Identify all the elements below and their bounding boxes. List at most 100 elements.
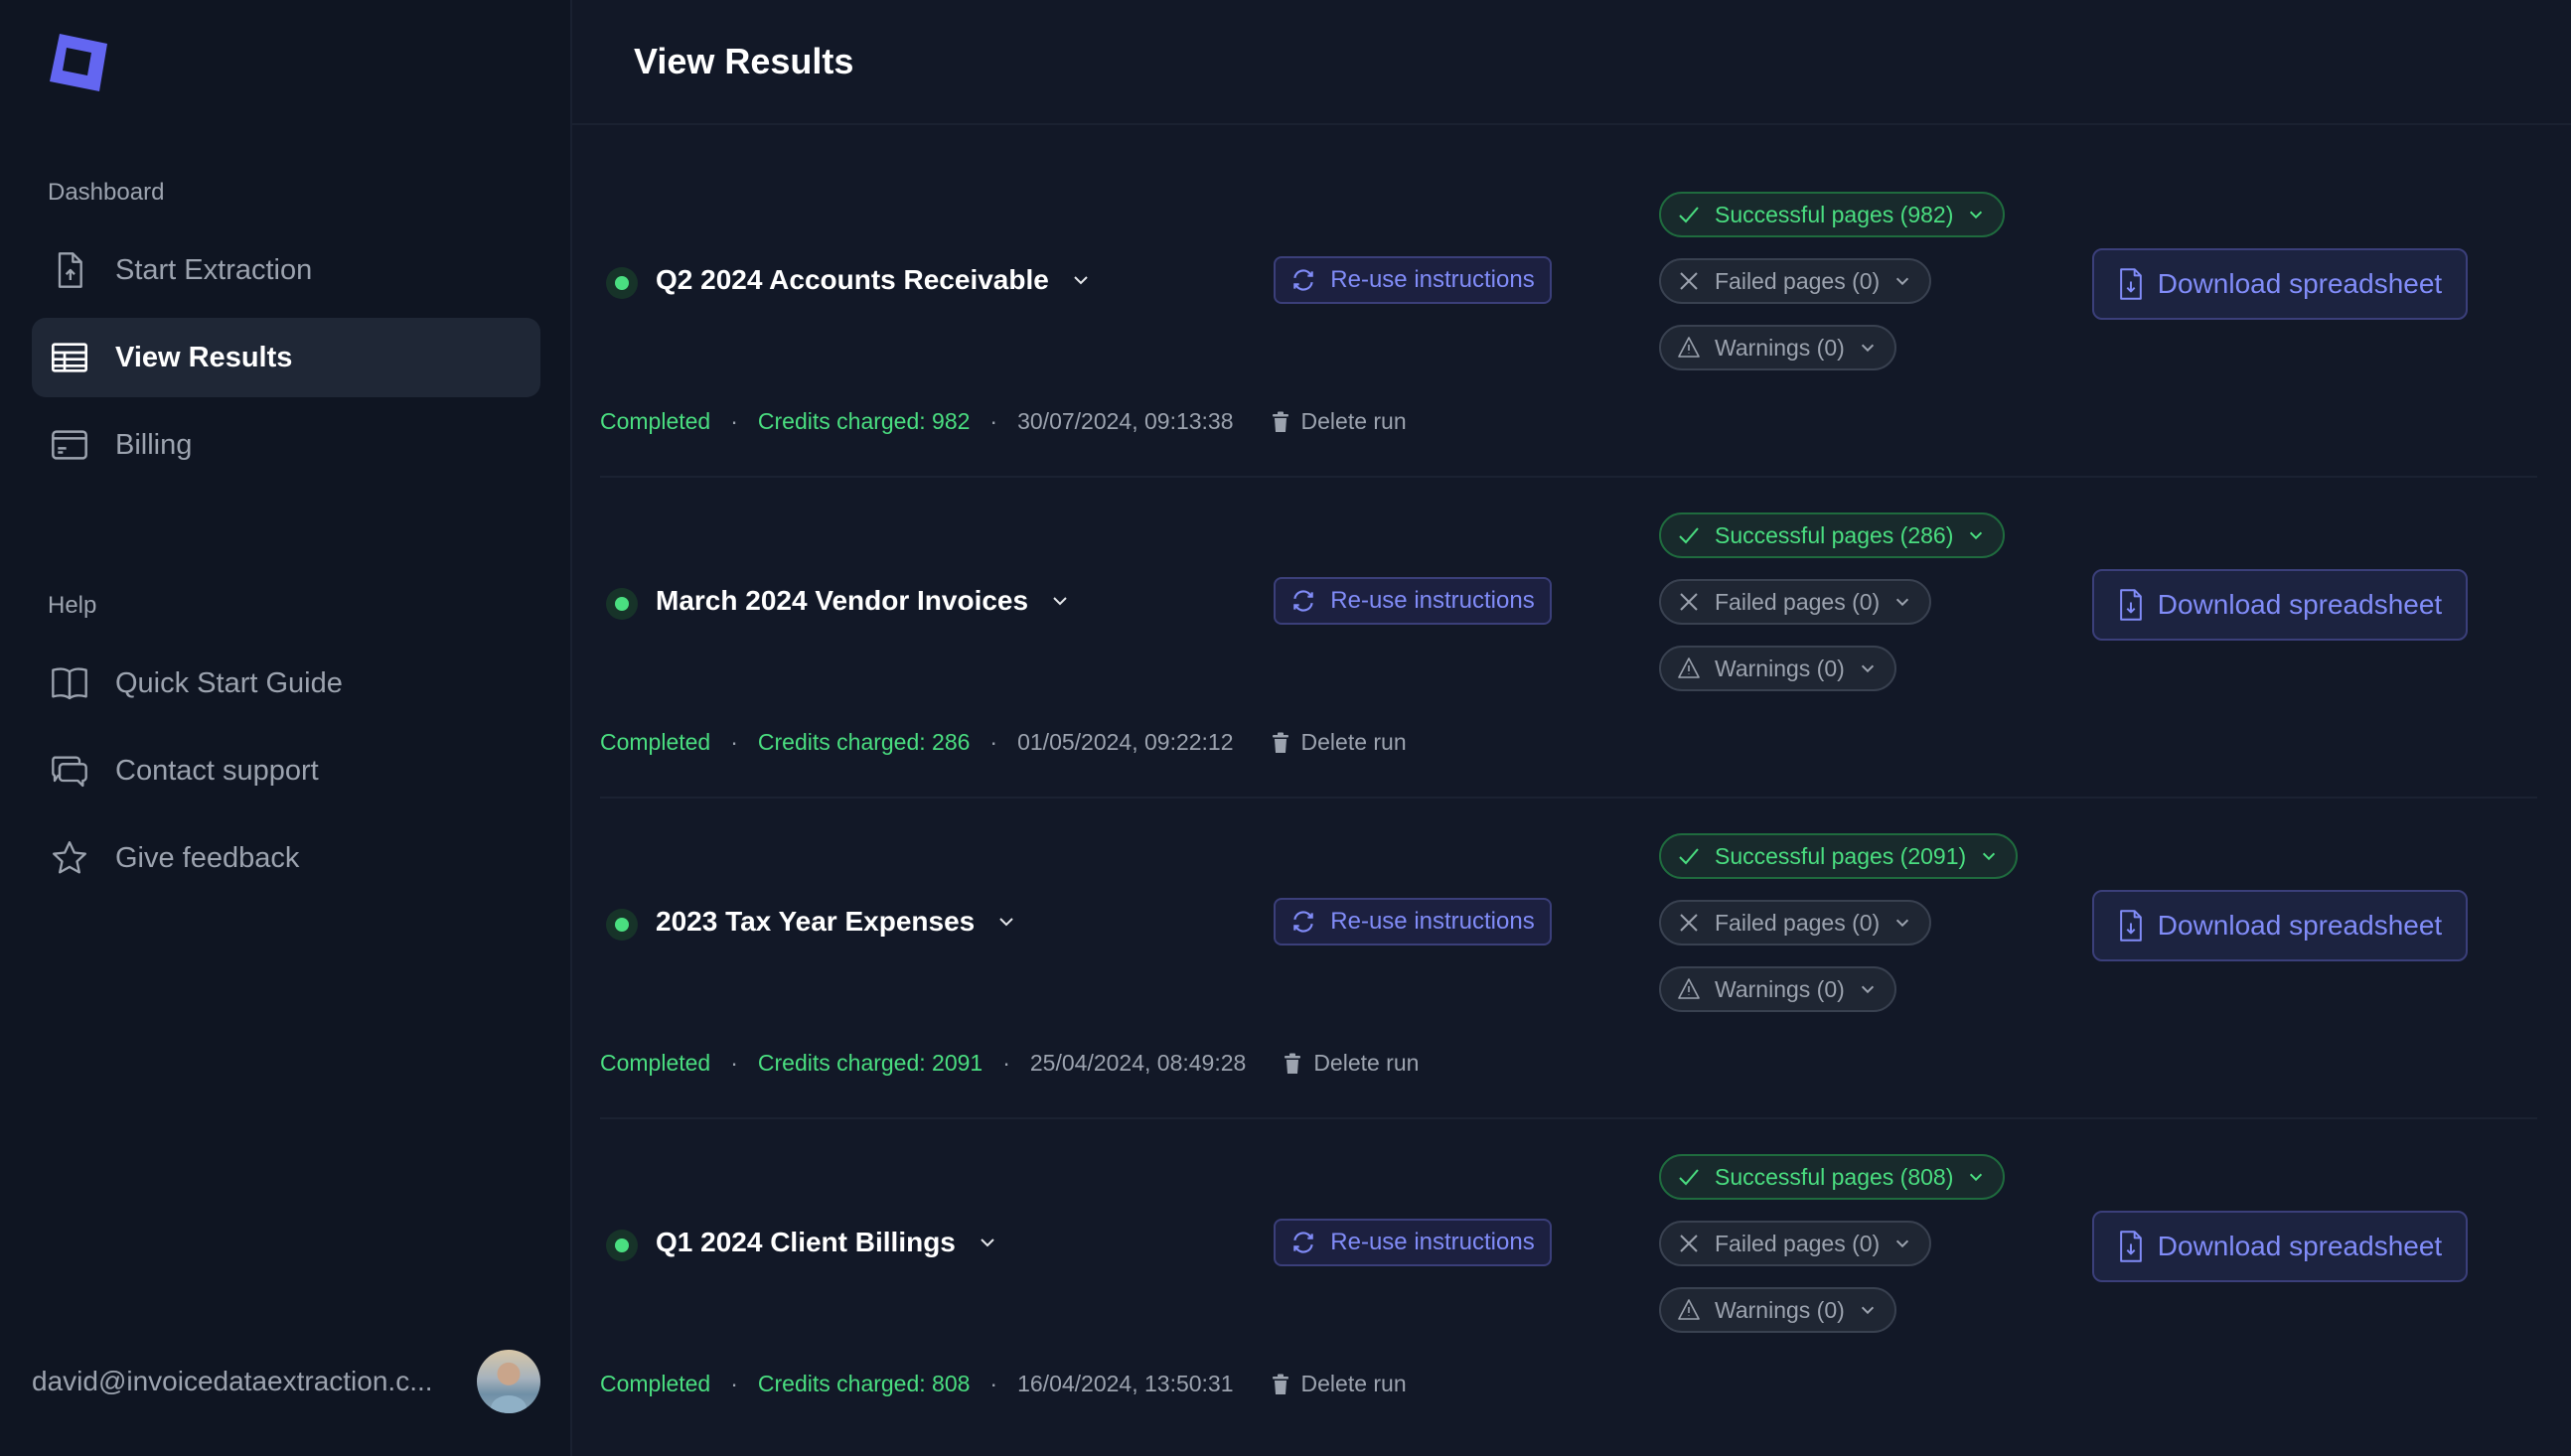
section-label-dashboard: Dashboard [48,179,165,206]
run-meta: Completed · Credits charged: 286 · 01/05… [600,729,1407,756]
download-spreadsheet-button[interactable]: Download spreadsheet [2092,569,2468,641]
delete-run-label: Delete run [1300,1371,1407,1396]
chevron-down-icon [1970,1173,1983,1182]
download-label: Download spreadsheet [2157,910,2443,941]
run-item: 2023 Tax Year Expenses Re-use instructio… [600,799,2537,1119]
chevron-down-icon [1896,1239,1909,1248]
delete-run-button[interactable]: Delete run [1284,1050,1419,1077]
sidebar-item-label: Quick Start Guide [115,666,343,699]
check-icon [1679,1169,1699,1186]
chevron-down-icon [1970,211,1983,219]
separator-dot: · [989,408,998,434]
x-icon [1680,1235,1698,1252]
star-icon [50,836,89,880]
run-status: Completed [600,1050,711,1076]
failed-pages-dropdown[interactable]: Failed pages (0) [1659,1221,1932,1266]
credits-charged: Credits charged: 2091 [757,1050,983,1076]
credits-charged: Credits charged: 286 [757,729,971,755]
run-title: Q2 2024 Accounts Receivable [656,264,1049,295]
check-icon [1679,207,1699,223]
successful-pages-dropdown[interactable]: Successful pages (808) [1659,1154,2006,1200]
run-title-toggle[interactable]: March 2024 Vendor Invoices [656,585,1070,617]
sidebar-item-start-extraction[interactable]: Start Extraction [32,230,540,310]
run-title-toggle[interactable]: Q1 2024 Client Billings [656,1227,997,1258]
chevron-down-icon [1983,852,1996,861]
warnings-label: Warnings (0) [1715,1296,1845,1323]
download-spreadsheet-button[interactable]: Download spreadsheet [2092,1211,2468,1282]
reuse-label: Re-use instructions [1330,1229,1535,1255]
delete-run-button[interactable]: Delete run [1272,1371,1407,1397]
sidebar-item-billing[interactable]: Billing [32,405,540,485]
warnings-dropdown[interactable]: Warnings (0) [1659,1287,1896,1333]
credits-charged: Credits charged: 808 [757,1371,971,1396]
app-logo-icon[interactable] [48,32,109,93]
sidebar-item-quick-start-guide[interactable]: Quick Start Guide [32,644,540,723]
failed-pages-dropdown[interactable]: Failed pages (0) [1659,579,1932,625]
warnings-dropdown[interactable]: Warnings (0) [1659,325,1896,370]
section-label-help: Help [48,592,97,619]
sidebar: Dashboard Start Extraction View Results … [0,0,572,1456]
status-dot-icon [606,267,638,299]
successful-pages-dropdown[interactable]: Successful pages (286) [1659,512,2006,558]
chevron-down-icon [1861,1306,1874,1315]
separator-dot: · [730,1371,738,1396]
table-icon [50,336,89,379]
run-status: Completed [600,1371,711,1396]
reuse-instructions-button[interactable]: Re-use instructions [1274,577,1552,625]
chevron-down-icon [981,1238,994,1247]
delete-run-button[interactable]: Delete run [1272,408,1407,435]
successful-pages-label: Successful pages (808) [1715,1163,1954,1190]
warnings-dropdown[interactable]: Warnings (0) [1659,646,1896,691]
failed-pages-dropdown[interactable]: Failed pages (0) [1659,258,1932,304]
successful-pages-dropdown[interactable]: Successful pages (2091) [1659,833,2019,879]
chevron-down-icon [999,918,1013,927]
sidebar-item-view-results[interactable]: View Results [32,318,540,397]
download-spreadsheet-button[interactable]: Download spreadsheet [2092,890,2468,961]
chevron-down-icon [1861,344,1874,353]
trash-icon [1285,1053,1301,1074]
refresh-icon [1293,1232,1314,1253]
sidebar-item-contact-support[interactable]: Contact support [32,731,540,810]
failed-pages-dropdown[interactable]: Failed pages (0) [1659,900,1932,946]
reuse-instructions-button[interactable]: Re-use instructions [1274,1219,1552,1266]
sidebar-item-give-feedback[interactable]: Give feedback [32,818,540,898]
trash-icon [1272,411,1288,432]
download-spreadsheet-button[interactable]: Download spreadsheet [2092,248,2468,320]
credits-charged: Credits charged: 982 [757,408,971,434]
sidebar-item-label: Start Extraction [115,253,313,286]
run-meta: Completed · Credits charged: 808 · 16/04… [600,1371,1407,1397]
run-title-toggle[interactable]: 2023 Tax Year Expenses [656,906,1016,938]
file-download-icon [2119,1231,2142,1262]
avatar[interactable] [477,1350,540,1413]
chevron-down-icon [1970,531,1983,540]
reuse-label: Re-use instructions [1330,908,1535,935]
separator-dot: · [989,1371,998,1396]
reuse-instructions-button[interactable]: Re-use instructions [1274,898,1552,946]
run-title-toggle[interactable]: Q2 2024 Accounts Receivable [656,264,1091,296]
run-item: Q1 2024 Client Billings Re-use instructi… [600,1119,2537,1440]
sidebar-item-label: Give feedback [115,841,300,874]
delete-run-label: Delete run [1300,408,1407,434]
run-title: 2023 Tax Year Expenses [656,906,976,937]
status-dot-icon [606,909,638,941]
delete-run-label: Delete run [1300,729,1407,755]
failed-pages-label: Failed pages (0) [1715,1230,1881,1256]
download-label: Download spreadsheet [2157,268,2443,299]
trash-icon [1272,732,1288,753]
separator-dot: · [730,408,738,434]
status-dot-icon [606,1230,638,1261]
user-menu[interactable]: david@invoicedataextraction.c... [32,1347,540,1416]
run-meta: Completed · Credits charged: 982 · 30/07… [600,408,1407,435]
trash-icon [1272,1374,1288,1394]
chevron-down-icon [1896,919,1909,928]
run-meta: Completed · Credits charged: 2091 · 25/0… [600,1050,1419,1077]
chevron-down-icon [1053,597,1067,606]
separator-dot: · [730,729,738,755]
warnings-dropdown[interactable]: Warnings (0) [1659,966,1896,1012]
user-email: david@invoicedataextraction.c... [32,1366,433,1396]
successful-pages-dropdown[interactable]: Successful pages (982) [1659,192,2006,237]
delete-run-button[interactable]: Delete run [1272,729,1407,756]
reuse-instructions-button[interactable]: Re-use instructions [1274,256,1552,304]
x-icon [1680,914,1698,932]
run-timestamp: 16/04/2024, 13:50:31 [1017,1371,1234,1396]
